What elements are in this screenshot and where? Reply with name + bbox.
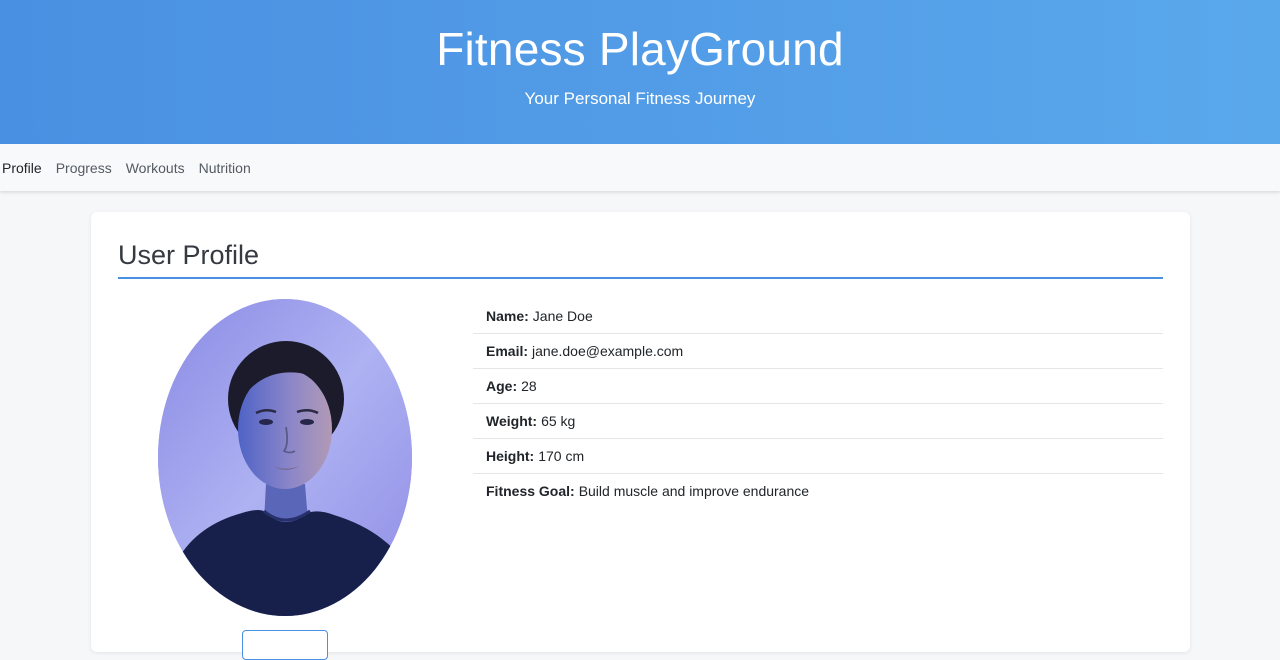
profile-body: Name: Jane Doe Email: jane.doe@example.c… <box>118 299 1163 660</box>
site-header: Fitness PlayGround Your Personal Fitness… <box>0 0 1280 144</box>
detail-label: Name: <box>486 308 529 324</box>
title-divider <box>118 277 1163 279</box>
detail-age: Age: 28 <box>473 369 1163 404</box>
profile-card: User Profile Name: Jane Doe Email: jane.… <box>91 212 1190 660</box>
detail-fitness-goal: Fitness Goal: Build muscle and improve e… <box>473 474 1163 508</box>
profile-title: User Profile <box>118 240 260 270</box>
nav-item-profile[interactable]: Profile <box>2 158 42 178</box>
detail-height: Height: 170 cm <box>473 439 1163 474</box>
user-photo-icon <box>158 299 412 616</box>
avatar-column <box>118 299 453 660</box>
detail-label: Fitness Goal: <box>486 483 575 499</box>
main-nav: Profile Progress Workouts Nutrition <box>0 144 1280 191</box>
detail-weight: Weight: 65 kg <box>473 404 1163 439</box>
nav-item-nutrition[interactable]: Nutrition <box>199 158 251 178</box>
profile-photo <box>158 299 412 616</box>
detail-value: 28 <box>521 378 537 394</box>
detail-name: Name: Jane Doe <box>473 299 1163 334</box>
edit-profile-button[interactable] <box>242 630 328 660</box>
detail-value: jane.doe@example.com <box>532 343 684 359</box>
detail-email: Email: jane.doe@example.com <box>473 334 1163 369</box>
nav-item-workouts[interactable]: Workouts <box>126 158 185 178</box>
detail-value: Jane Doe <box>532 308 593 324</box>
detail-label: Height: <box>486 448 535 464</box>
detail-value: Build muscle and improve endurance <box>578 483 810 499</box>
nav-item-progress[interactable]: Progress <box>56 158 112 178</box>
detail-label: Weight: <box>486 413 538 429</box>
profile-details: Name: Jane Doe Email: jane.doe@example.c… <box>473 299 1163 508</box>
site-title: Fitness PlayGround <box>436 23 844 75</box>
detail-label: Age: <box>486 378 518 394</box>
detail-value: 170 cm <box>538 448 585 464</box>
detail-value: 65 kg <box>541 413 576 429</box>
site-subtitle: Your Personal Fitness Journey <box>524 89 756 108</box>
detail-label: Email: <box>486 343 529 359</box>
